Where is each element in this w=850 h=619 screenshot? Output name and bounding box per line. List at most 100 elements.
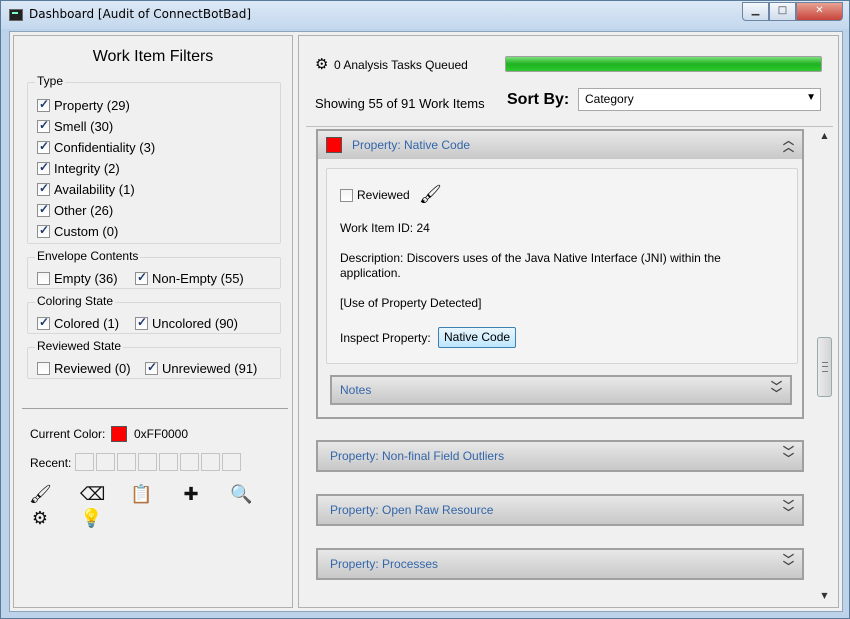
checkbox-box bbox=[37, 315, 50, 330]
current-color-swatch[interactable] bbox=[111, 426, 127, 442]
work-item-header[interactable]: Property: Non-final Field Outliers ﹀ ﹀ bbox=[318, 442, 802, 470]
close-button[interactable]: ✕ bbox=[796, 2, 843, 21]
chevron-down-icon: ▼ bbox=[806, 92, 816, 103]
work-item-id: Work Item ID: 24 bbox=[340, 221, 430, 235]
current-color-label: Current Color: bbox=[30, 427, 106, 441]
type-checkbox-custom[interactable]: Custom (0) bbox=[37, 223, 118, 239]
type-checkbox-availability[interactable]: Availability (1) bbox=[37, 181, 135, 197]
filters-panel: Work Item Filters Type Property (29) Sme… bbox=[13, 35, 293, 608]
chevron-down-icon[interactable]: ﹀ ﹀ bbox=[771, 381, 782, 399]
gear-icon[interactable]: ⚙ bbox=[29, 508, 51, 530]
work-item-description-cont: application. bbox=[340, 266, 401, 280]
window-title: Dashboard [Audit of ConnectBotBad] bbox=[29, 7, 252, 21]
checkbox-label: Non-Empty (55) bbox=[152, 270, 244, 286]
checkbox-box bbox=[37, 118, 50, 133]
type-checkbox-property[interactable]: Property (29) bbox=[37, 97, 130, 113]
recent-color-slot[interactable] bbox=[159, 453, 178, 471]
minimize-button[interactable]: ▁ bbox=[742, 2, 769, 21]
work-item-card: Property: Native Code ︿ ︿ Reviewed 🖌 Work… bbox=[316, 129, 804, 419]
recent-color-slot[interactable] bbox=[180, 453, 199, 471]
work-item-card[interactable]: Property: Open Raw Resource ﹀ ﹀ bbox=[316, 494, 804, 526]
envelope-checkbox-empty[interactable]: Empty (36) bbox=[37, 270, 118, 286]
filters-title: Work Item Filters bbox=[92, 48, 214, 65]
notes-section[interactable]: Notes ﹀ ﹀ bbox=[330, 375, 792, 405]
checkbox-box bbox=[37, 139, 50, 154]
recent-color-slot[interactable] bbox=[138, 453, 157, 471]
gears-icon: ⚙ bbox=[315, 55, 329, 73]
paintbrush-icon[interactable]: 🖌 bbox=[29, 484, 52, 506]
type-checkbox-integrity[interactable]: Integrity (2) bbox=[37, 160, 120, 176]
work-items-panel: ⚙ 0 Analysis Tasks Queued Showing 55 of … bbox=[298, 35, 839, 608]
vertical-scrollbar[interactable]: ▲ ▼ bbox=[816, 127, 833, 603]
search-icon[interactable]: 🔍 bbox=[230, 484, 252, 506]
checkbox-box bbox=[37, 181, 50, 196]
type-checkbox-confidentiality[interactable]: Confidentiality (3) bbox=[37, 139, 155, 155]
clipboard-edit-icon[interactable]: 📋 bbox=[130, 484, 152, 506]
reviewed-group: Reviewed State Reviewed (0) Unreviewed (… bbox=[27, 339, 281, 379]
checkbox-label: Uncolored (90) bbox=[152, 315, 238, 331]
recent-color-slot[interactable] bbox=[75, 453, 94, 471]
work-item-header[interactable]: Property: Processes ﹀ ﹀ bbox=[318, 550, 802, 578]
type-group-label: Type bbox=[35, 74, 66, 88]
client-area: Work Item Filters Type Property (29) Sme… bbox=[9, 31, 843, 612]
inspect-property-button[interactable]: Native Code bbox=[438, 327, 517, 348]
reviewed-checkbox[interactable]: Reviewed bbox=[340, 187, 410, 203]
reviewed-checkbox-reviewed[interactable]: Reviewed (0) bbox=[37, 360, 131, 376]
notes-title: Notes bbox=[340, 383, 372, 397]
checkbox-label: Integrity (2) bbox=[54, 160, 120, 176]
coloring-group-label: Coloring State bbox=[35, 294, 116, 308]
recent-color-slot[interactable] bbox=[96, 453, 115, 471]
work-item-card[interactable]: Property: Processes ﹀ ﹀ bbox=[316, 548, 804, 580]
plus-icon[interactable]: ✚ bbox=[180, 484, 202, 506]
recent-color-slot[interactable] bbox=[117, 453, 136, 471]
chevron-down-icon[interactable]: ﹀ ﹀ bbox=[783, 446, 794, 464]
checkbox-box bbox=[37, 160, 50, 175]
title-bar[interactable]: Dashboard [Audit of ConnectBotBad] ▁ □ ✕ bbox=[1, 1, 849, 29]
scroll-up-arrow-icon[interactable]: ▲ bbox=[816, 127, 833, 144]
eraser-icon[interactable]: ⌫ bbox=[80, 484, 105, 506]
work-item-color-swatch bbox=[326, 137, 342, 153]
checkbox-box bbox=[145, 360, 158, 375]
scrollbar-thumb[interactable] bbox=[817, 337, 832, 397]
coloring-checkbox-colored[interactable]: Colored (1) bbox=[37, 315, 119, 331]
type-checkbox-other[interactable]: Other (26) bbox=[37, 202, 113, 218]
app-icon bbox=[9, 9, 23, 21]
grip-icon bbox=[822, 362, 828, 372]
checkbox-label: Property (29) bbox=[54, 97, 130, 113]
reviewed-group-label: Reviewed State bbox=[35, 339, 124, 353]
paintbrush-icon[interactable]: 🖌 bbox=[419, 184, 442, 205]
chevron-down-icon[interactable]: ﹀ ﹀ bbox=[783, 554, 794, 572]
reviewed-checkbox-unreviewed[interactable]: Unreviewed (91) bbox=[145, 360, 257, 376]
envelope-checkbox-non-empty[interactable]: Non-Empty (55) bbox=[135, 270, 244, 286]
checkbox-box bbox=[37, 223, 50, 238]
work-item-description: Description: Discovers uses of the Java … bbox=[340, 251, 721, 265]
coloring-group: Coloring State Colored (1) Uncolored (90… bbox=[27, 294, 281, 334]
checkbox-label: Other (26) bbox=[54, 202, 114, 218]
checkbox-label: Smell (30) bbox=[54, 118, 114, 134]
checkbox-label: Availability (1) bbox=[54, 181, 135, 197]
work-item-card[interactable]: Property: Non-final Field Outliers ﹀ ﹀ bbox=[316, 440, 804, 472]
scroll-down-arrow-icon[interactable]: ▼ bbox=[816, 587, 833, 603]
coloring-checkbox-uncolored[interactable]: Uncolored (90) bbox=[135, 315, 238, 331]
analysis-tasks-status: 0 Analysis Tasks Queued bbox=[334, 58, 468, 72]
app-window: Dashboard [Audit of ConnectBotBad] ▁ □ ✕… bbox=[0, 0, 850, 619]
sort-by-select[interactable]: Category ▼ bbox=[578, 88, 821, 111]
checkbox-label: Unreviewed (91) bbox=[162, 360, 258, 376]
lightbulb-icon[interactable]: 💡 bbox=[80, 508, 102, 530]
work-item-header[interactable]: Property: Open Raw Resource ﹀ ﹀ bbox=[318, 496, 802, 524]
maximize-button[interactable]: □ bbox=[769, 2, 796, 21]
sort-by-value: Category bbox=[585, 92, 634, 106]
recent-colors-label: Recent: bbox=[30, 456, 72, 470]
checkbox-label: Reviewed (0) bbox=[54, 360, 131, 376]
checkbox-box bbox=[37, 97, 50, 112]
chevron-down-icon[interactable]: ﹀ ﹀ bbox=[783, 500, 794, 518]
work-items-list[interactable]: Property: Native Code ︿ ︿ Reviewed 🖌 Work… bbox=[306, 126, 833, 603]
work-item-header[interactable]: Property: Native Code ︿ ︿ bbox=[318, 131, 802, 159]
work-item-detected: [Use of Property Detected] bbox=[340, 296, 482, 310]
recent-color-slot[interactable] bbox=[201, 453, 220, 471]
envelope-group: Envelope Contents Empty (36) Non-Empty (… bbox=[27, 249, 281, 289]
type-checkbox-smell[interactable]: Smell (30) bbox=[37, 118, 113, 134]
recent-color-slot[interactable] bbox=[222, 453, 241, 471]
checkbox-label: Reviewed bbox=[357, 188, 410, 202]
chevron-up-icon[interactable]: ︿ ︿ bbox=[783, 135, 794, 153]
